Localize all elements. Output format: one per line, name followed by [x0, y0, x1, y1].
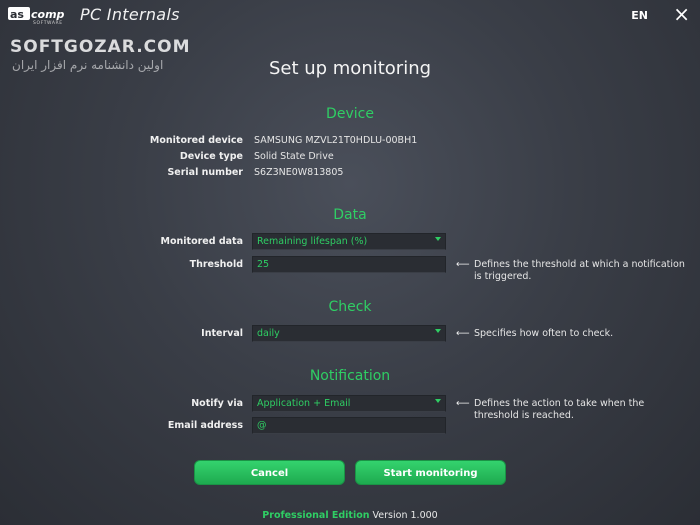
threshold-label: Threshold	[189, 259, 243, 270]
svg-text:comp: comp	[31, 8, 65, 21]
monitored-device-label: Monitored device	[149, 135, 243, 146]
section-heading-notification: Notification	[309, 368, 391, 384]
email-address-value: @	[257, 420, 267, 431]
language-selector[interactable]: EN	[631, 9, 648, 22]
notify-via-hint: ⟵ Defines the action to take when the th…	[456, 398, 688, 422]
svg-text:SOFTWARE: SOFTWARE	[33, 20, 63, 26]
svg-text:as: as	[10, 8, 24, 21]
interval-label: Interval	[201, 328, 243, 339]
footer: Professional Edition Version 1.000	[0, 510, 700, 521]
left-arrow-icon: ⟵	[456, 328, 470, 339]
monitored-data-dropdown[interactable]: Remaining lifespan (%)	[252, 233, 446, 250]
serial-number-label: Serial number	[167, 167, 243, 178]
interval-hint-text: Specifies how often to check.	[474, 328, 614, 339]
threshold-hint-text: Defines the threshold at which a notific…	[474, 259, 685, 282]
edition-label: Professional Edition	[262, 510, 370, 521]
dropdown-arrow-icon	[435, 237, 441, 241]
start-monitoring-button[interactable]: Start monitoring	[355, 460, 506, 485]
version-label: Version 1.000	[372, 510, 438, 521]
left-arrow-icon: ⟵	[456, 259, 470, 270]
dropdown-arrow-icon	[435, 399, 441, 403]
dropdown-arrow-icon	[435, 329, 441, 333]
serial-number-value: S6Z3NE0W813805	[254, 167, 344, 178]
cancel-button[interactable]: Cancel	[194, 460, 345, 485]
threshold-hint: ⟵ Defines the threshold at which a notif…	[456, 259, 688, 283]
device-type-label: Device type	[179, 151, 243, 162]
threshold-input[interactable]: 25	[252, 256, 446, 273]
monitored-data-value: Remaining lifespan (%)	[257, 236, 368, 247]
email-address-input[interactable]: @	[252, 417, 446, 434]
device-type-value: Solid State Drive	[254, 151, 334, 162]
monitored-data-label: Monitored data	[160, 236, 243, 247]
section-heading-check: Check	[328, 299, 372, 315]
notify-via-hint-text: Defines the action to take when the thre…	[474, 398, 645, 421]
close-icon[interactable]: ×	[673, 2, 690, 26]
interval-value: daily	[257, 328, 280, 339]
page-title: Set up monitoring	[268, 58, 432, 79]
threshold-value: 25	[257, 259, 270, 270]
app-title: PC Internals	[80, 5, 180, 24]
title-bar: as comp SOFTWARE PC Internals EN ×	[0, 0, 700, 32]
left-arrow-icon: ⟵	[456, 398, 470, 409]
interval-dropdown[interactable]: daily	[252, 325, 446, 342]
interval-hint: ⟵ Specifies how often to check.	[456, 328, 688, 340]
watermark-text: SOFTGOZAR.COM	[10, 37, 191, 57]
section-heading-device: Device	[326, 106, 374, 122]
notify-via-dropdown[interactable]: Application + Email	[252, 395, 446, 412]
monitored-device-value: SAMSUNG MZVL21T0HDLU-00BH1	[254, 135, 418, 146]
section-heading-data: Data	[333, 207, 367, 223]
notify-via-label: Notify via	[191, 398, 243, 409]
notify-via-value: Application + Email	[257, 398, 351, 409]
ascomp-logo: as comp SOFTWARE	[8, 7, 65, 26]
email-address-label: Email address	[167, 420, 243, 431]
